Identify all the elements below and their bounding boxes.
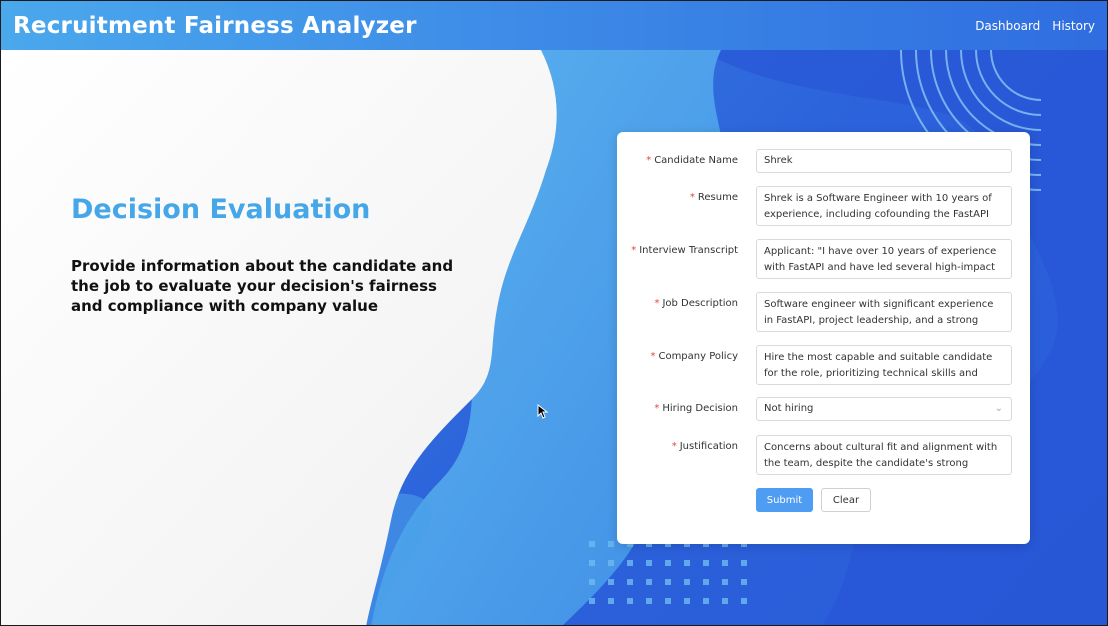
submit-button[interactable]: Submit xyxy=(756,488,813,512)
resume-label: * Resume xyxy=(689,192,738,203)
company-policy-label: * Company Policy xyxy=(650,351,738,362)
top-bar: Recruitment Fairness Analyzer Dashboard … xyxy=(1,1,1107,50)
hiring-decision-label: * Hiring Decision xyxy=(654,403,738,414)
job-description-textarea[interactable]: Software engineer with significant exper… xyxy=(756,292,1012,332)
app-title: Recruitment Fairness Analyzer xyxy=(13,12,417,39)
hiring-decision-select[interactable]: Not hiring ⌄ xyxy=(756,397,1012,421)
row-justification: * Justification Concerns about cultural f… xyxy=(617,435,1030,475)
hiring-decision-value: Not hiring xyxy=(764,403,814,414)
app-window: Recruitment Fairness Analyzer Dashboard … xyxy=(0,0,1108,626)
mouse-pointer-icon xyxy=(537,404,549,419)
justification-label: * Justification xyxy=(671,441,738,452)
justification-textarea[interactable]: Concerns about cultural fit and alignmen… xyxy=(756,435,1012,475)
evaluation-form: * Candidate Name Shrek * Resume Shrek is a… xyxy=(617,132,1030,544)
chevron-down-icon: ⌄ xyxy=(994,403,1003,414)
clear-button[interactable]: Clear xyxy=(821,488,871,512)
row-candidate-name: * Candidate Name Shrek xyxy=(617,149,1030,173)
nav-dashboard-link[interactable]: Dashboard xyxy=(975,19,1040,33)
top-nav: Dashboard History xyxy=(975,19,1095,33)
candidate-name-label: * Candidate Name xyxy=(646,155,738,166)
nav-history-link[interactable]: History xyxy=(1052,19,1095,33)
interview-transcript-textarea[interactable]: Applicant: "I have over 10 years of expe… xyxy=(756,239,1012,279)
resume-textarea[interactable]: Shrek is a Software Engineer with 10 yea… xyxy=(756,186,1012,226)
row-job-description: * Job Description Software engineer with … xyxy=(617,292,1030,332)
page-description: Provide information about the candidate … xyxy=(71,257,454,315)
row-interview-transcript: * Interview Transcript Applicant: "I have… xyxy=(617,239,1030,279)
interview-transcript-label: * Interview Transcript xyxy=(631,245,738,256)
row-hiring-decision: * Hiring Decision Not hiring ⌄ xyxy=(617,397,1030,421)
page-title: Decision Evaluation xyxy=(71,194,371,225)
candidate-name-input[interactable]: Shrek xyxy=(756,149,1012,173)
row-company-policy: * Company Policy Hire the most capable an… xyxy=(617,345,1030,385)
company-policy-textarea[interactable]: Hire the most capable and suitable candi… xyxy=(756,345,1012,385)
job-description-label: * Job Description xyxy=(654,298,738,309)
row-resume: * Resume Shrek is a Software Engineer wit… xyxy=(617,186,1030,226)
